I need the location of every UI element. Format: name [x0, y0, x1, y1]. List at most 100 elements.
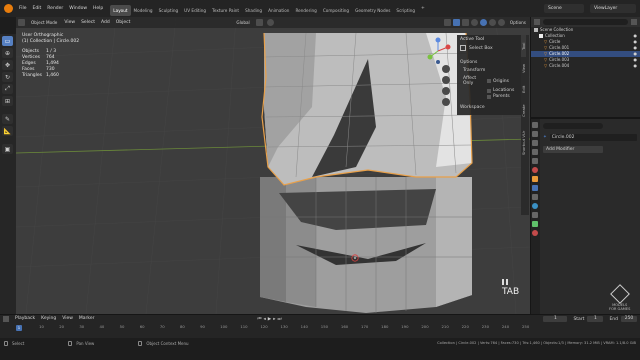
tab-uv-editing[interactable]: UV Editing: [181, 5, 209, 16]
transform-tool-icon[interactable]: ⊞: [2, 96, 13, 106]
add-cube-tool-icon[interactable]: ▣: [2, 144, 13, 154]
proportional-edit-icon[interactable]: [266, 19, 274, 26]
vp-menu-view[interactable]: View: [61, 14, 78, 31]
pan-hand-icon[interactable]: [442, 76, 450, 84]
overlays-icon[interactable]: [452, 19, 460, 26]
properties-search-input[interactable]: [543, 123, 603, 129]
timeline-tick-label: 220: [461, 324, 469, 329]
visibility-icon[interactable]: [443, 19, 451, 26]
tab-edit[interactable]: Edit: [521, 79, 526, 99]
move-tool-icon[interactable]: ✥: [2, 60, 13, 70]
menu-edit[interactable]: Edit: [30, 0, 45, 17]
zoom-icon[interactable]: [442, 65, 450, 73]
tab-compositing[interactable]: Compositing: [320, 5, 352, 16]
rotate-tool-icon[interactable]: ↻: [2, 72, 13, 82]
measure-tool-icon[interactable]: 📐: [2, 126, 13, 136]
object-name-field[interactable]: Circle.002: [549, 133, 637, 141]
scene-props-icon[interactable]: [532, 158, 538, 164]
annotate-tool-icon[interactable]: ✎: [2, 114, 13, 124]
navigation-gizmo[interactable]: [424, 37, 452, 65]
solid-shading-icon[interactable]: [479, 19, 487, 26]
tab-scripting[interactable]: Scripting: [393, 5, 418, 16]
timeline-tick-label: 120: [260, 324, 268, 329]
grid-view-icon[interactable]: [442, 98, 450, 106]
scale-tool-icon[interactable]: ⤢: [2, 84, 13, 94]
material-shading-icon[interactable]: [488, 19, 496, 26]
output-props-icon[interactable]: [532, 140, 538, 146]
view-layer-selector[interactable]: ViewLayer: [590, 4, 636, 13]
vp-menu-add[interactable]: Add: [98, 14, 113, 31]
outliner-header: [531, 17, 640, 27]
tab-rendering[interactable]: Rendering: [292, 5, 319, 16]
editor-type-icon[interactable]: [18, 19, 25, 26]
filter-icon[interactable]: [631, 19, 637, 25]
timeline-tick-label: 10: [39, 324, 44, 329]
timeline-tick-label: 50: [119, 324, 125, 329]
scene-selector[interactable]: Scene: [544, 4, 584, 13]
timeline-tick-label: 60: [139, 324, 145, 329]
rendered-shading-icon[interactable]: [497, 19, 505, 26]
outliner-item-circle-004[interactable]: ▽ Circle.004 ●: [531, 63, 640, 69]
material-props-icon[interactable]: [532, 230, 538, 236]
vp-menu-select[interactable]: Select: [78, 14, 98, 31]
world-props-icon[interactable]: [532, 167, 538, 173]
tab-view[interactable]: View: [521, 57, 526, 79]
tab-shading[interactable]: Shading: [242, 5, 265, 16]
add-workspace-button[interactable]: +: [421, 6, 425, 11]
3d-viewport[interactable]: User Orthographic (1) Collection | Circl…: [16, 17, 530, 314]
tab-geometry-nodes[interactable]: Geometry Nodes: [352, 5, 393, 16]
select-box-tool-icon[interactable]: ▭: [2, 36, 13, 46]
timeline-tick-label: 230: [481, 324, 489, 329]
tab-texture-paint[interactable]: Texture Paint: [209, 5, 242, 16]
tab-create[interactable]: Create: [521, 99, 526, 123]
tab-sculpting[interactable]: Sculpting: [156, 5, 182, 16]
wireframe-shading-icon[interactable]: [470, 19, 478, 26]
xray-icon[interactable]: [461, 19, 469, 26]
viewport-canvas: [16, 17, 530, 314]
options-header[interactable]: Options: [457, 58, 521, 67]
transform-orientation[interactable]: Global: [233, 18, 253, 27]
mouse-right-icon: [138, 340, 143, 346]
transform-header[interactable]: Transform: [457, 67, 521, 74]
tab-animation[interactable]: Animation: [265, 5, 292, 16]
timeline-tick-label: 80: [179, 324, 185, 329]
blender-logo-icon[interactable]: [4, 4, 13, 13]
select-box-icon[interactable]: [460, 45, 466, 51]
workspace-header[interactable]: Workspace: [457, 99, 521, 110]
properties-header: [543, 122, 637, 130]
constraint-props-icon[interactable]: [532, 212, 538, 218]
data-props-icon[interactable]: [532, 221, 538, 227]
menu-file[interactable]: File: [16, 0, 30, 17]
viewport-options-button[interactable]: Options: [506, 18, 529, 27]
outliner-search-input[interactable]: [543, 19, 628, 25]
object-props-icon[interactable]: [532, 176, 538, 182]
camera-icon[interactable]: [442, 87, 450, 95]
timeline-tick-label: 30: [79, 324, 85, 329]
render-props-icon[interactable]: [532, 131, 538, 137]
cursor-tool-icon[interactable]: ⊕: [2, 48, 13, 58]
timeline-tick-label: 200: [421, 324, 429, 329]
tool-props-icon[interactable]: [532, 122, 538, 128]
timeline-tick-label: 140: [300, 324, 308, 329]
timeline-ruler[interactable]: 1102030405060708090100110120130140150160…: [0, 315, 640, 339]
tab-tool[interactable]: Tool: [521, 35, 526, 57]
tab-shortcut[interactable]: Shortcut VUr: [521, 123, 526, 163]
mouse-left-icon: [4, 340, 8, 346]
collection-icon: [534, 28, 538, 32]
collection-icon: [539, 34, 543, 38]
vp-menu-object[interactable]: Object: [113, 14, 134, 31]
physics-props-icon[interactable]: [532, 203, 538, 209]
add-modifier-button[interactable]: Add Modifier: [543, 145, 603, 153]
view-layer-props-icon[interactable]: [532, 149, 538, 155]
mode-selector[interactable]: Object Mode: [28, 18, 61, 27]
snap-icon[interactable]: [255, 19, 263, 26]
origins-checkbox[interactable]: Origins: [487, 79, 509, 84]
sidebar-tabs: Tool View Edit Create Shortcut VUr: [521, 35, 529, 215]
modifier-props-icon[interactable]: [532, 185, 538, 191]
status-bar: Select Pan View Object Context Menu Coll…: [0, 338, 640, 360]
particles-props-icon[interactable]: [532, 194, 538, 200]
playhead[interactable]: 1: [16, 325, 22, 331]
visibility-eye-icon[interactable]: ●: [634, 63, 638, 69]
tab-modeling[interactable]: Modeling: [131, 5, 156, 16]
outliner-editor-icon[interactable]: [534, 19, 540, 25]
